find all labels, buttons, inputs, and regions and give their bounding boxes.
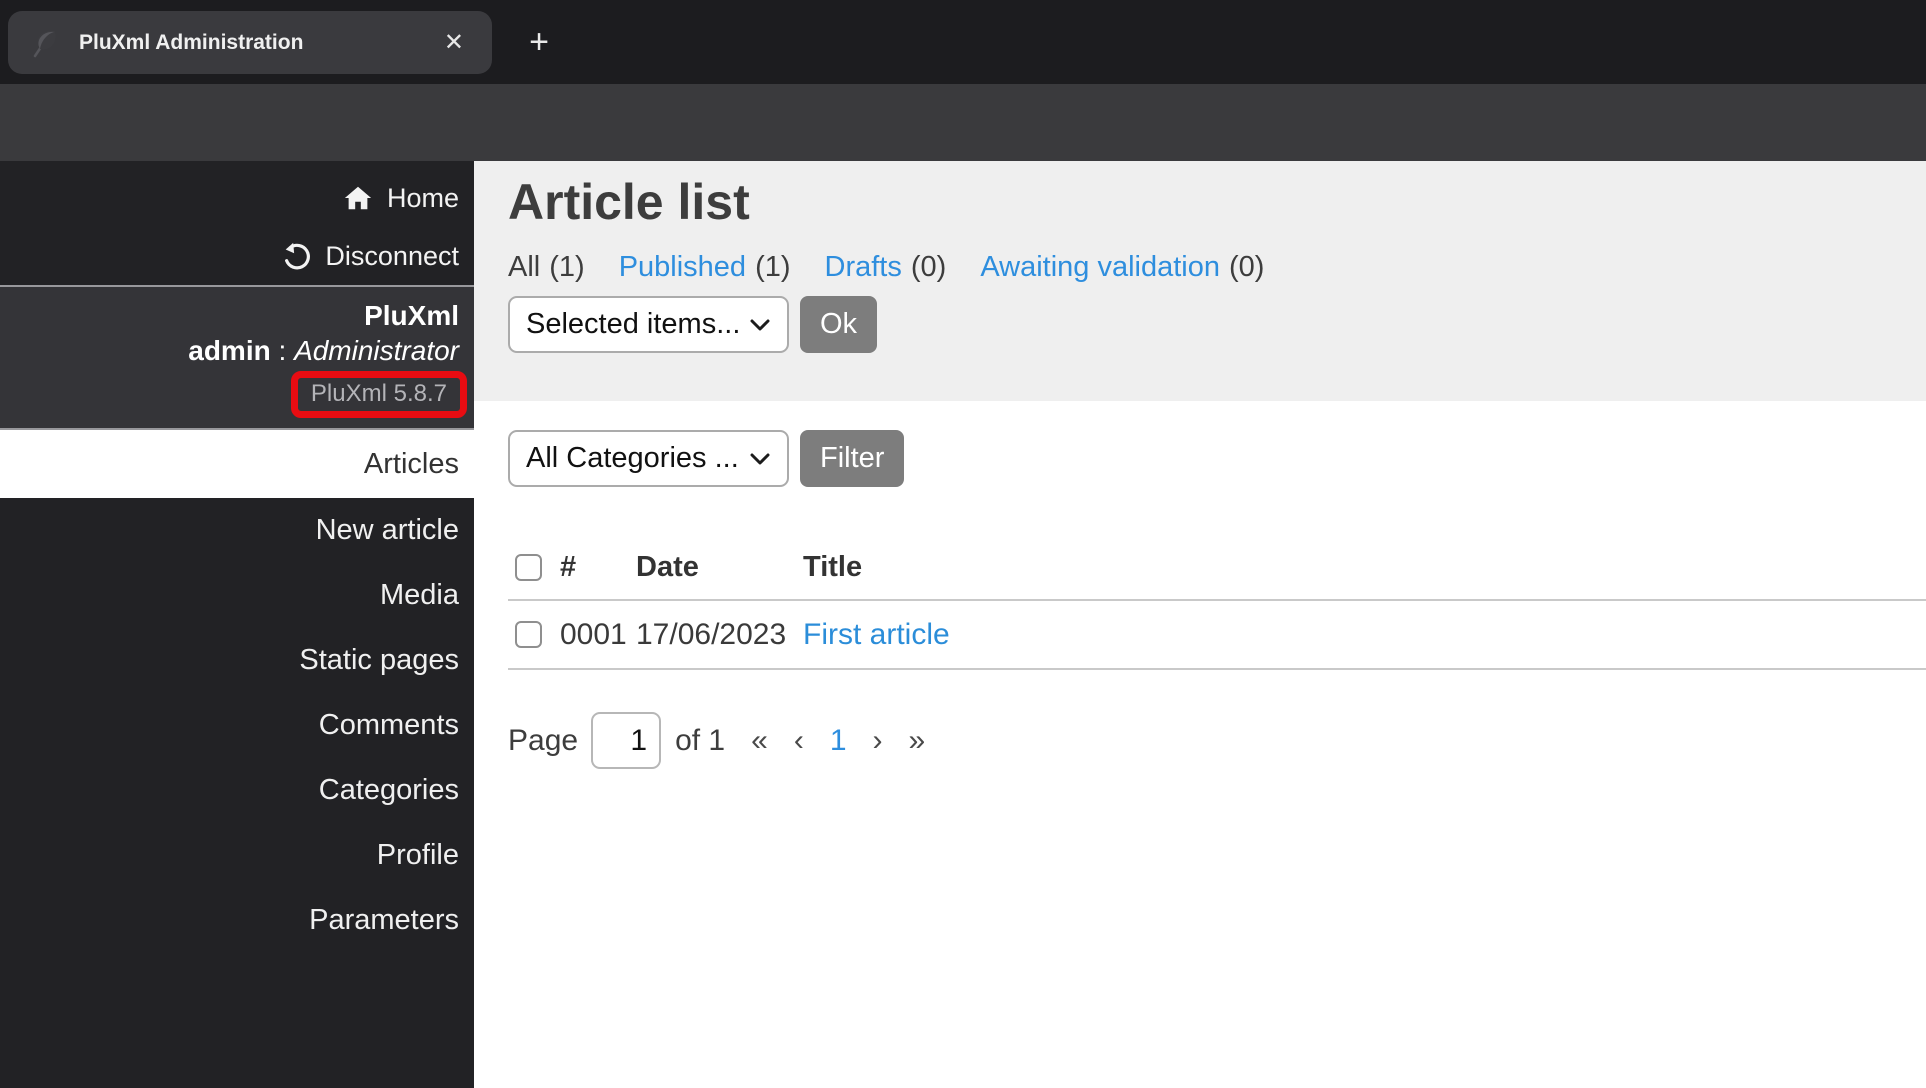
article-id: 0001 — [560, 617, 627, 651]
select-all-checkbox[interactable] — [515, 553, 542, 581]
article-table: # Date Title 0001 17/06/2023 First artic… — [508, 535, 1926, 670]
filter-all-count: (1) — [549, 251, 585, 283]
sidebar: Home Disconnect PluXml admin : Administr… — [0, 161, 474, 1088]
article-date: 17/06/2023 — [636, 617, 787, 651]
sidebar-item-profile[interactable]: Profile — [0, 823, 474, 888]
last-page-icon[interactable]: » — [909, 724, 926, 758]
status-filters: All (1) Published (1) Drafts (0) Awaitin… — [508, 251, 1264, 284]
tab-title: PluXml Administration — [79, 30, 304, 54]
username: admin — [188, 335, 271, 366]
filter-published[interactable]: Published (1) — [619, 251, 791, 284]
filter-drafts-label[interactable]: Drafts — [825, 251, 902, 284]
sidebar-item-categories[interactable]: Categories — [0, 758, 474, 823]
chevron-down-icon — [749, 317, 771, 333]
version-line: PluXml 5.8.7 — [0, 371, 467, 418]
sidebar-item-comments[interactable]: Comments — [0, 693, 474, 758]
browser-tab-bar: PluXml Administration ✕ + — [0, 0, 1926, 84]
sidebar-item-articles[interactable]: Articles — [0, 430, 474, 498]
filter-published-label[interactable]: Published — [619, 251, 746, 284]
sidebar-item-media[interactable]: Media — [0, 563, 474, 628]
filter-awaiting-validation[interactable]: Awaiting validation (0) — [980, 251, 1264, 284]
ok-button[interactable]: Ok — [800, 296, 878, 353]
selected-items-value: Selected items... — [526, 308, 741, 340]
filter-all-label[interactable]: All — [508, 251, 540, 284]
filter-awaiting-label[interactable]: Awaiting validation — [980, 251, 1220, 284]
sidebar-menu: Articles New article Media Static pages … — [0, 430, 474, 953]
table-row: 0001 17/06/2023 First article — [508, 601, 1926, 670]
page-title: Article list — [508, 174, 750, 230]
filter-published-count: (1) — [755, 251, 791, 283]
favicon-feather-icon — [28, 25, 64, 61]
page-1-link[interactable]: 1 — [830, 724, 847, 758]
user-identity: admin : Administrator — [0, 333, 459, 369]
user-info-panel: PluXml admin : Administrator PluXml 5.8.… — [0, 287, 474, 428]
header-date: Date — [636, 550, 699, 583]
disconnect-label: Disconnect — [325, 240, 459, 271]
sidebar-item-new-article[interactable]: New article — [0, 498, 474, 563]
selected-items-select[interactable]: Selected items... — [508, 296, 789, 353]
sidebar-item-static-pages[interactable]: Static pages — [0, 628, 474, 693]
new-tab-button[interactable]: + — [515, 14, 563, 70]
table-header-row: # Date Title — [508, 535, 1926, 601]
version-label: PluXml 5.8.7 — [310, 380, 447, 407]
tab-close-icon[interactable]: ✕ — [436, 27, 472, 59]
bulk-actions-row: Selected items... Ok — [508, 296, 878, 353]
article-title-link[interactable]: First article — [803, 618, 950, 651]
pagination: Page of 1 « ‹ 1 › » — [508, 712, 951, 769]
category-select-value: All Categories ... — [526, 442, 739, 474]
site-name: PluXml — [364, 300, 459, 331]
version-annotation-box: PluXml 5.8.7 — [290, 371, 467, 418]
filter-button[interactable]: Filter — [800, 430, 905, 487]
main-content: Article list All (1) Published (1) Draft… — [474, 161, 1926, 1088]
sidebar-item-disconnect[interactable]: Disconnect — [0, 227, 474, 285]
category-filter-row: All Categories ... Filter — [508, 430, 905, 487]
sidebar-item-parameters[interactable]: Parameters — [0, 888, 474, 953]
user-role: Administrator — [294, 335, 459, 366]
home-label: Home — [386, 182, 459, 213]
browser-tab[interactable]: PluXml Administration ✕ — [8, 11, 492, 74]
first-page-icon[interactable]: « — [751, 724, 768, 758]
header-title: Title — [803, 550, 863, 583]
row-checkbox[interactable] — [515, 621, 542, 648]
filter-drafts-count: (0) — [910, 251, 947, 283]
filter-drafts[interactable]: Drafts (0) — [825, 251, 947, 284]
category-select[interactable]: All Categories ... — [508, 430, 789, 487]
browser-toolbar: 不安全 http://192.168.190.28/core/admin/ — [0, 84, 1926, 240]
filter-awaiting-count: (0) — [1229, 251, 1265, 283]
chevron-down-icon — [749, 451, 771, 467]
prev-page-icon[interactable]: ‹ — [794, 724, 804, 758]
header-id: # — [560, 550, 577, 583]
home-icon — [343, 183, 373, 213]
page-of-label: of 1 — [675, 723, 726, 757]
page-number-input[interactable] — [591, 712, 662, 769]
filter-all[interactable]: All (1) — [508, 251, 585, 284]
next-page-icon[interactable]: › — [873, 724, 883, 758]
page-label: Page — [508, 723, 579, 757]
disconnect-icon — [281, 241, 311, 271]
sidebar-item-home[interactable]: Home — [0, 169, 474, 227]
user-role-separator: : — [270, 335, 295, 366]
